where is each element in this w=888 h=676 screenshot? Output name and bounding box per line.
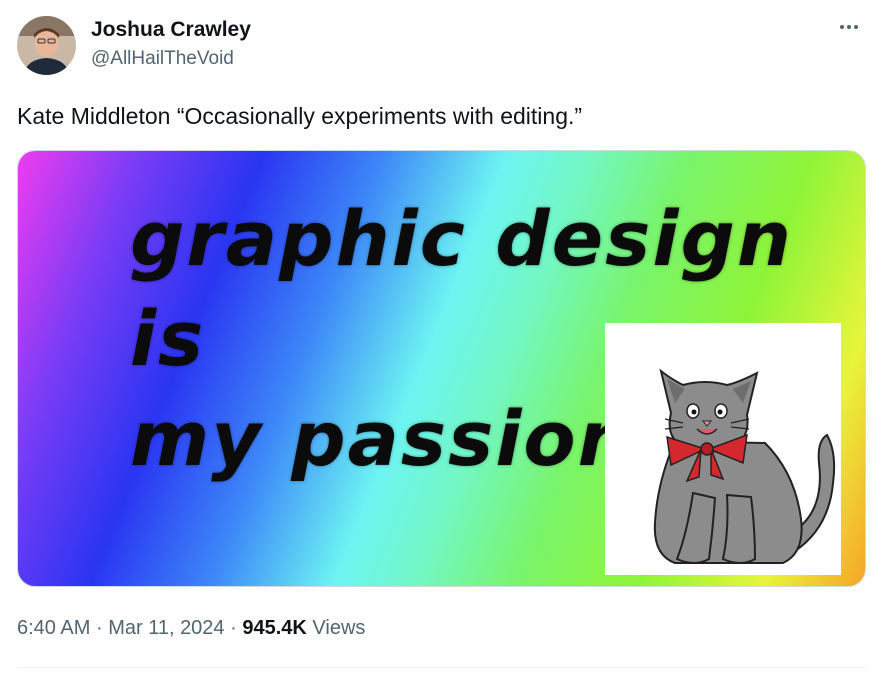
views-count: 945.4K xyxy=(242,617,307,639)
tweet-media-image[interactable]: graphic design is my passion. xyxy=(17,150,866,587)
more-dot-icon xyxy=(854,25,858,29)
more-options-button[interactable] xyxy=(834,14,864,40)
meta-separator: · xyxy=(95,617,103,639)
divider xyxy=(17,667,867,668)
more-dot-icon xyxy=(847,25,851,29)
meta-separator: · xyxy=(230,617,237,639)
avatar[interactable] xyxy=(17,16,76,75)
author-block[interactable]: Joshua Crawley @AllHailTheVoid xyxy=(91,17,251,71)
cat-with-bow-icon xyxy=(653,368,836,564)
tweet-metadata: 6:40 AM · Mar 11, 2024 · 945.4K Views xyxy=(17,615,365,641)
profile-photo-icon xyxy=(17,16,76,75)
cat-illustration xyxy=(605,323,841,575)
tweet-time[interactable]: 6:40 AM xyxy=(17,617,90,639)
tweet-date[interactable]: Mar 11, 2024 xyxy=(108,617,224,639)
tweet-text: Kate Middleton “Occasionally experiments… xyxy=(17,103,583,129)
views-label: Views xyxy=(312,617,366,639)
more-dot-icon xyxy=(840,25,844,29)
author-handle[interactable]: @AllHailTheVoid xyxy=(91,47,251,71)
author-display-name[interactable]: Joshua Crawley xyxy=(91,17,251,43)
